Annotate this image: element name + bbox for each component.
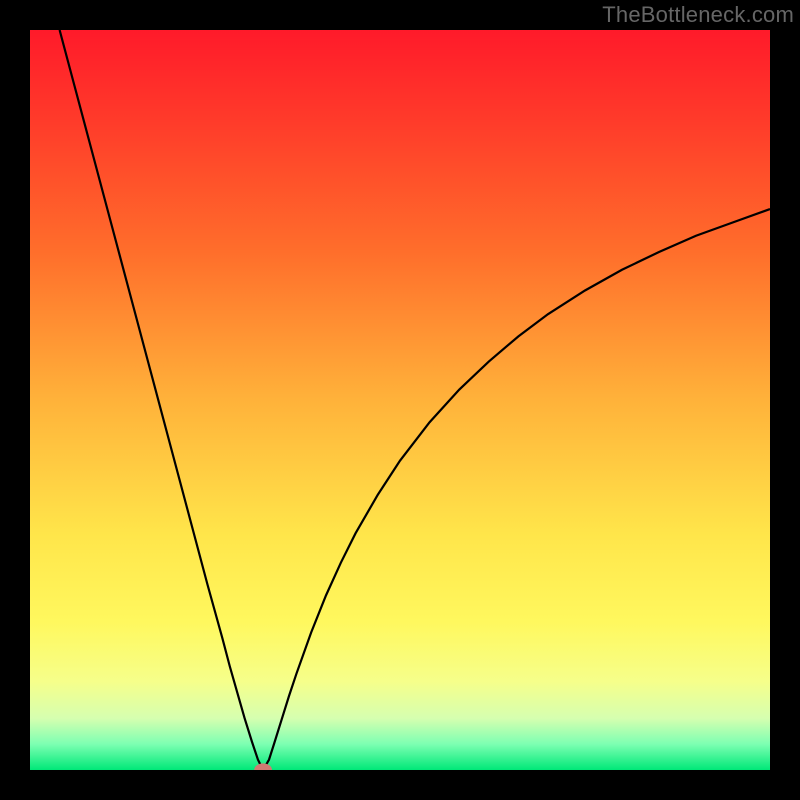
chart-background — [30, 30, 770, 770]
chart-frame: TheBottleneck.com — [0, 0, 800, 800]
watermark-label: TheBottleneck.com — [602, 2, 794, 28]
bottleneck-chart — [30, 30, 770, 770]
